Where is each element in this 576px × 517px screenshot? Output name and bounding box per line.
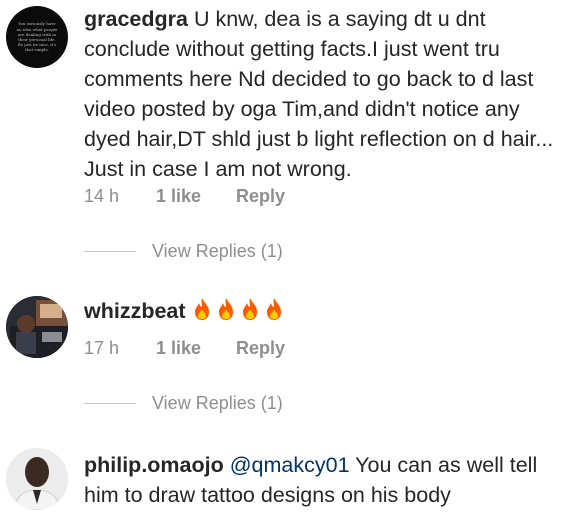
view-replies-label: View Replies (1) xyxy=(152,241,283,261)
avatar-caption: You seriously have no idea what people a… xyxy=(16,21,58,53)
comment-text: philip.omaojo @qmakcy01 You can as well … xyxy=(84,450,564,510)
comment-body: whizzbeat xyxy=(84,296,564,326)
comment-text: whizzbeat xyxy=(84,296,564,326)
avatar-photo xyxy=(6,296,68,358)
replies-divider xyxy=(84,403,136,404)
comment-time: 14 h xyxy=(84,186,120,206)
comment-meta: 17 h 1 like Reply xyxy=(84,338,285,359)
likes-count[interactable]: 1 like xyxy=(156,186,236,207)
avatar-photo xyxy=(6,448,68,510)
fire-icon xyxy=(266,298,281,320)
comment-body: gracedgra U knw, dea is a saying dt u dn… xyxy=(84,4,564,184)
fire-icon xyxy=(242,298,257,320)
fire-icon xyxy=(218,298,233,320)
avatar[interactable] xyxy=(6,296,68,358)
view-replies-button[interactable]: View Replies (1) xyxy=(84,241,283,262)
comment-message: U knw, dea is a saying dt u dnt conclude… xyxy=(84,7,554,181)
replies-divider xyxy=(84,251,136,252)
avatar[interactable] xyxy=(6,448,68,510)
view-replies-label: View Replies (1) xyxy=(152,393,283,413)
view-replies-button[interactable]: View Replies (1) xyxy=(84,393,283,414)
mention-link[interactable]: @qmakcy01 xyxy=(230,453,350,477)
avatar[interactable]: You seriously have no idea what people a… xyxy=(6,6,68,68)
reply-button[interactable]: Reply xyxy=(236,186,285,207)
reply-button[interactable]: Reply xyxy=(236,338,285,359)
likes-count[interactable]: 1 like xyxy=(156,338,236,359)
fire-emojis xyxy=(192,298,288,323)
username-link[interactable]: gracedgra xyxy=(84,7,188,31)
fire-icon xyxy=(194,298,209,320)
comment-meta: 14 h 1 like Reply xyxy=(84,186,285,207)
comment-text: gracedgra U knw, dea is a saying dt u dn… xyxy=(84,4,564,184)
username-link[interactable]: whizzbeat xyxy=(84,299,186,323)
comment-body: philip.omaojo @qmakcy01 You can as well … xyxy=(84,450,564,510)
username-link[interactable]: philip.omaojo xyxy=(84,453,224,477)
comment-time: 17 h xyxy=(84,338,120,358)
